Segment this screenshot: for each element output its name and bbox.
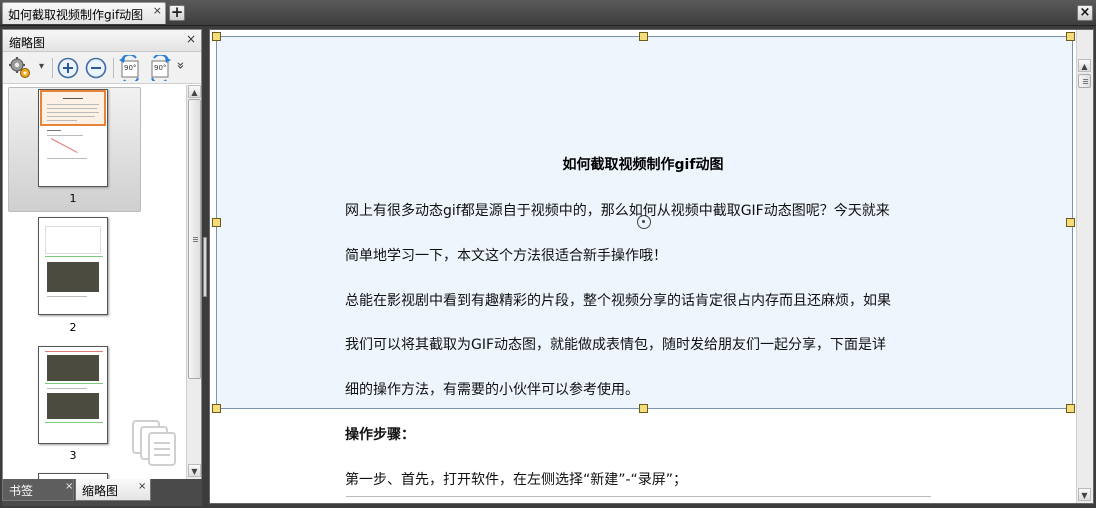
thumbnail-list: 1 2 3 bbox=[3, 85, 186, 479]
thumbnail-panel-close-button[interactable]: × bbox=[186, 32, 196, 46]
tab-thumbnails-label: 缩略图 bbox=[82, 484, 119, 498]
page-thumbnail-3[interactable] bbox=[38, 346, 108, 444]
rotate-left-label: 90° bbox=[124, 64, 137, 72]
tab-bookmarks-label: 书签 bbox=[9, 484, 34, 498]
resize-handle-bottom-left[interactable] bbox=[212, 404, 221, 413]
page-thumbnail-1[interactable] bbox=[38, 89, 108, 187]
document-title: 如何截取视频制作gif动图 bbox=[562, 157, 724, 173]
steps-heading: 操作步骤： bbox=[345, 427, 415, 443]
document-tab[interactable]: 如何截取视频制作gif动图 × bbox=[2, 2, 166, 24]
document-scrollbar-thumb[interactable] bbox=[1078, 74, 1091, 88]
copy-pages-icon bbox=[132, 420, 176, 466]
options-menu-button[interactable] bbox=[8, 56, 34, 80]
resize-handle-right[interactable] bbox=[1066, 218, 1075, 227]
resize-handle-top[interactable] bbox=[639, 32, 648, 41]
new-tab-button[interactable]: + bbox=[169, 5, 185, 21]
content-table-border bbox=[346, 496, 931, 497]
page-number-3: 3 bbox=[69, 449, 77, 462]
document-tab-label: 如何截取视频制作gif动图 bbox=[8, 8, 144, 22]
thumbnail-toolbar: ▾ 90° 90° » bbox=[3, 52, 201, 85]
resize-handle-left[interactable] bbox=[212, 218, 221, 227]
zoom-out-button[interactable] bbox=[85, 57, 107, 79]
zoom-out-icon bbox=[85, 57, 107, 79]
rotate-right-label: 90° bbox=[154, 64, 167, 72]
zoom-in-button[interactable] bbox=[57, 57, 79, 79]
resize-handle-top-right[interactable] bbox=[1066, 32, 1075, 41]
rotate-left-button[interactable]: 90° bbox=[118, 53, 142, 85]
tab-thumbnails-close-button[interactable]: × bbox=[138, 481, 146, 492]
rotate-right-button[interactable]: 90° bbox=[148, 53, 172, 85]
paragraph-line: 细的操作方法，有需要的小伙伴可以参考使用。 bbox=[345, 382, 639, 398]
page-number-1: 1 bbox=[69, 192, 77, 205]
document-scroll-down-arrow[interactable]: ▼ bbox=[1078, 488, 1091, 501]
close-all-button[interactable]: × bbox=[1077, 5, 1093, 21]
options-dropdown-arrow[interactable]: ▾ bbox=[39, 61, 44, 72]
scroll-up-arrow[interactable]: ▲ bbox=[188, 85, 201, 98]
thumbnail-panel-header: 缩略图 × bbox=[3, 30, 201, 52]
page-thumbnail-2[interactable] bbox=[38, 217, 108, 315]
thumbnail-scrollbar[interactable]: ▲ ▼ bbox=[186, 85, 201, 479]
toolbar-separator bbox=[52, 58, 53, 78]
resize-handle-top-left[interactable] bbox=[212, 32, 221, 41]
document-scrollbar[interactable]: ▲ ▼ bbox=[1076, 30, 1093, 503]
tab-bookmarks[interactable]: 书签 × bbox=[2, 479, 74, 501]
tab-thumbnails[interactable]: 缩略图 × bbox=[75, 479, 151, 501]
paragraph-line: 我们可以将其截取为GIF动态图，就能做成表情包，随时发给朋友们一起分享，下面是详 bbox=[345, 337, 887, 353]
thumbnail-panel: 缩略图 × ▾ 90° 90° » 1 2 3 ▲ ▼ bbox=[2, 29, 202, 479]
document-scroll-up-arrow[interactable]: ▲ bbox=[1078, 59, 1091, 72]
toolbar-separator bbox=[113, 58, 114, 78]
zoom-in-icon bbox=[57, 57, 79, 79]
step-1-text: 第一步、首先，打开软件，在左侧选择“新建”-“录屏”； bbox=[345, 472, 688, 488]
paragraph-line: 简单地学习一下，本文这个方法很适合新手操作哦！ bbox=[345, 248, 667, 264]
paragraph-line: 网上有很多动态gif都是源自于视频中的，那么如何从视频中截取GIF动态图呢？今天… bbox=[345, 203, 890, 219]
document-tab-close-button[interactable]: × bbox=[153, 4, 162, 17]
thumbnail-panel-title: 缩略图 bbox=[9, 36, 46, 50]
gear-icon bbox=[9, 57, 30, 78]
panel-tab-strip: 书签 × 缩略图 × bbox=[2, 479, 202, 506]
panel-collapse-handle[interactable] bbox=[203, 237, 207, 297]
tab-bar: 如何截取视频制作gif动图 × + × bbox=[0, 0, 1096, 26]
scroll-down-arrow[interactable]: ▼ bbox=[188, 464, 201, 477]
resize-handle-bottom[interactable] bbox=[639, 404, 648, 413]
toolbar-more-button[interactable]: » bbox=[172, 62, 187, 70]
tab-bookmarks-close-button[interactable]: × bbox=[65, 481, 73, 492]
scrollbar-thumb[interactable] bbox=[188, 99, 201, 379]
document-view[interactable]: 如何截取视频制作gif动图 网上有很多动态gif都是源自于视频中的，那么如何从视… bbox=[209, 29, 1094, 504]
resize-handle-bottom-right[interactable] bbox=[1066, 404, 1075, 413]
page-number-2: 2 bbox=[69, 321, 77, 334]
paragraph-line: 总能在影视剧中看到有趣精彩的片段，整个视频分享的话肯定很占内存而且还麻烦，如果 bbox=[345, 293, 891, 309]
